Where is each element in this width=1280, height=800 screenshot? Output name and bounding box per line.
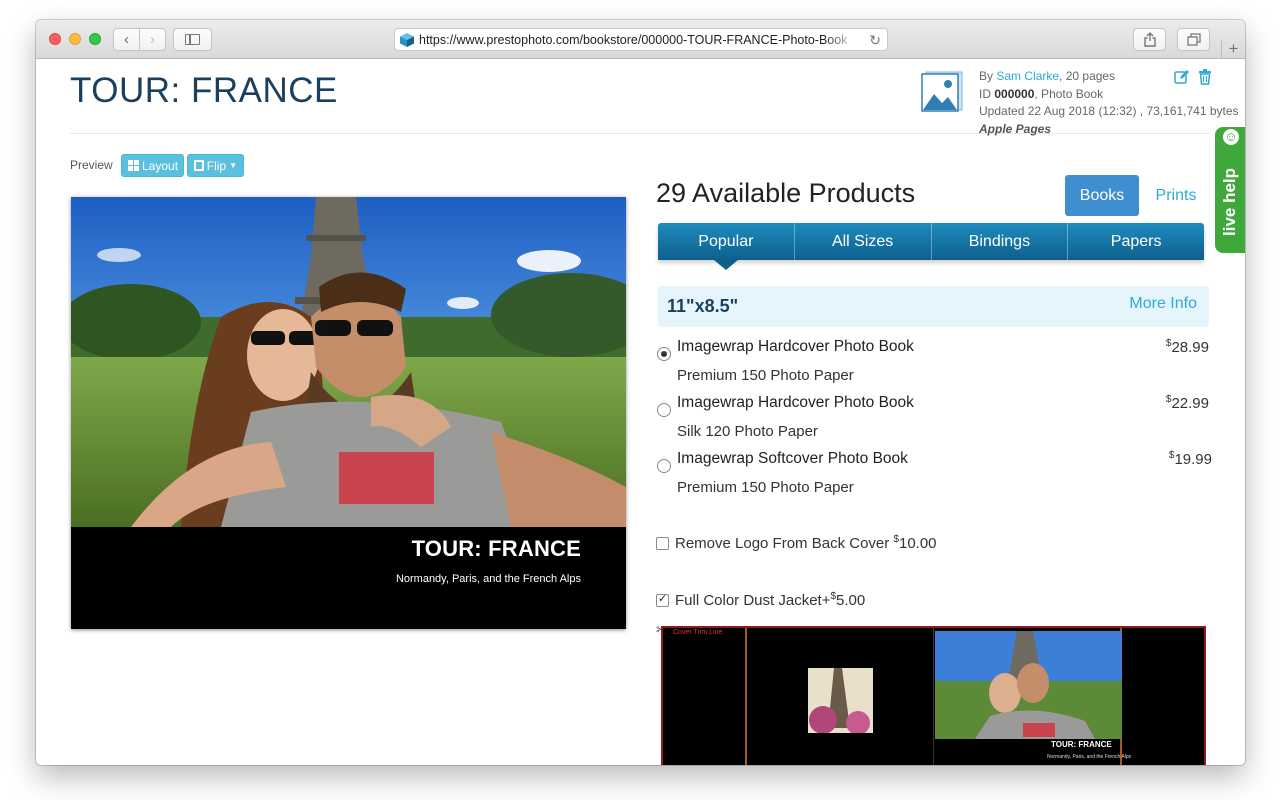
tab-all-sizes[interactable]: All Sizes — [795, 223, 932, 260]
forward-icon[interactable]: › — [140, 29, 165, 50]
product-price: $22.99 — [1165, 394, 1209, 412]
tab-popular[interactable]: Popular — [658, 223, 795, 270]
cover-title: TOUR: FRANCE — [411, 536, 581, 561]
back-icon[interactable]: ‹ — [114, 29, 140, 50]
product-paper: Silk 120 Photo Paper — [677, 423, 818, 440]
share-button[interactable] — [1133, 28, 1166, 51]
smiley-icon: ☺ — [1221, 127, 1241, 147]
zoom-window-button[interactable] — [89, 33, 101, 45]
remove-logo-checkbox[interactable] — [656, 536, 669, 550]
products-heading: 29 Available Products — [656, 178, 916, 208]
flip-button-label: Flip — [206, 158, 227, 173]
jacket-fold-line — [745, 628, 747, 765]
author-link[interactable]: Sam Clarke — [996, 69, 1059, 83]
updated-info: Updated 22 Aug 2018 (12:32) , 73,161,741… — [979, 104, 1239, 118]
navigation-buttons: ‹ › — [113, 28, 166, 51]
site-favicon-icon — [400, 32, 414, 47]
jacket-title: TOUR: FRANCE — [1051, 740, 1112, 749]
address-bar[interactable]: https://www.prestophoto.com/bookstore/00… — [394, 28, 888, 51]
product-option[interactable]: Imagewrap Hardcover Photo Book Silk 120 … — [656, 394, 1211, 450]
tab-bindings[interactable]: Bindings — [932, 223, 1069, 260]
product-paper: Premium 150 Photo Paper — [677, 367, 854, 384]
preview-label: Preview — [70, 158, 113, 172]
flip-button[interactable]: Flip ▼ — [187, 154, 244, 177]
prints-toggle[interactable]: Prints — [1144, 175, 1208, 216]
grid-icon — [128, 160, 139, 171]
tabs-icon — [1186, 33, 1201, 46]
live-help-tab[interactable]: ☺ live help — [1215, 127, 1245, 253]
product-option[interactable]: Imagewrap Hardcover Photo Book Premium 1… — [656, 338, 1211, 394]
edit-icon[interactable] — [1174, 69, 1190, 85]
sidebar-icon — [185, 34, 200, 45]
by-label: By — [979, 69, 994, 83]
remove-logo-option[interactable]: Remove Logo From Back Cover $10.00 — [656, 534, 937, 552]
cover-subtitle: Normandy, Paris, and the French Alps — [395, 573, 581, 585]
more-info-link[interactable]: More Info — [1129, 295, 1197, 313]
sidebar-toggle-button[interactable] — [173, 28, 212, 51]
new-tab-button[interactable]: + — [1221, 40, 1245, 59]
page-content: TOUR: FRANCE By Sam Clarke, 20 pages ID … — [36, 59, 1245, 765]
remove-logo-label: Remove Logo From Back Cover $10.00 — [675, 534, 937, 552]
book-id: 000000 — [994, 86, 1035, 101]
photo-book-icon — [921, 71, 963, 112]
tab-papers[interactable]: Papers — [1068, 223, 1204, 260]
jacket-spine-line — [933, 628, 934, 765]
source-app: Apple Pages — [979, 121, 1052, 136]
dust-jacket-checkbox[interactable] — [656, 592, 669, 607]
minimize-window-button[interactable] — [69, 33, 81, 45]
layout-button-label: Layout — [142, 158, 179, 173]
trim-line-label: Cover Trim Line — [673, 629, 723, 636]
book-icon — [194, 160, 204, 171]
id-label: ID — [979, 86, 991, 101]
product-radio[interactable] — [657, 403, 671, 417]
size-label: 11"x8.5" — [667, 296, 739, 316]
back-cover-photo — [808, 668, 873, 733]
cover-photo — [71, 197, 626, 527]
product-tabs: Popular All Sizes Bindings Papers — [658, 223, 1204, 270]
share-icon — [1143, 32, 1156, 47]
product-paper: Premium 150 Photo Paper — [677, 479, 854, 496]
layout-button[interactable]: Layout — [121, 154, 184, 177]
jacket-subtitle: Normandy, Paris, and the French Alps — [1047, 754, 1132, 760]
product-radio[interactable] — [657, 459, 671, 473]
dust-jacket-preview: Cover Trim Line TOUR: FRANCE Normandy, P — [661, 626, 1206, 765]
product-name: Imagewrap Hardcover Photo Book — [677, 394, 914, 411]
product-price: $19.99 — [1168, 450, 1212, 468]
dust-jacket-option[interactable]: Full Color Dust Jacket+$5.00 — [656, 591, 865, 609]
close-window-button[interactable] — [49, 33, 61, 45]
caret-down-icon: ▼ — [229, 161, 237, 170]
product-name: Imagewrap Softcover Photo Book — [677, 450, 908, 467]
book-type: , Photo Book — [1034, 86, 1104, 101]
book-cover-preview[interactable]: TOUR: FRANCE Normandy, Paris, and the Fr… — [71, 197, 626, 629]
size-header: 11"x8.5" More Info — [658, 286, 1209, 327]
page-count: , 20 pages — [1059, 69, 1116, 83]
product-price: $28.99 — [1165, 338, 1209, 356]
page-title: TOUR: FRANCE — [70, 71, 338, 110]
product-radio[interactable] — [657, 347, 671, 361]
dust-jacket-label: Full Color Dust Jacket+$5.00 — [675, 591, 866, 609]
browser-toolbar: ‹ › https://www.prestophoto.com/bookstor… — [36, 20, 1245, 59]
trash-icon[interactable] — [1198, 69, 1212, 85]
live-help-label: live help — [1220, 167, 1239, 237]
reload-icon[interactable]: ↻ — [869, 32, 881, 49]
url-text: https://www.prestophoto.com/bookstore/00… — [419, 32, 848, 47]
product-name: Imagewrap Hardcover Photo Book — [677, 338, 914, 355]
books-toggle[interactable]: Books — [1065, 175, 1139, 216]
show-tabs-button[interactable] — [1177, 28, 1210, 51]
browser-window: ‹ › https://www.prestophoto.com/bookstor… — [36, 20, 1245, 765]
product-option[interactable]: Imagewrap Softcover Photo Book Premium 1… — [656, 450, 1212, 506]
front-cover-photo — [935, 631, 1122, 739]
